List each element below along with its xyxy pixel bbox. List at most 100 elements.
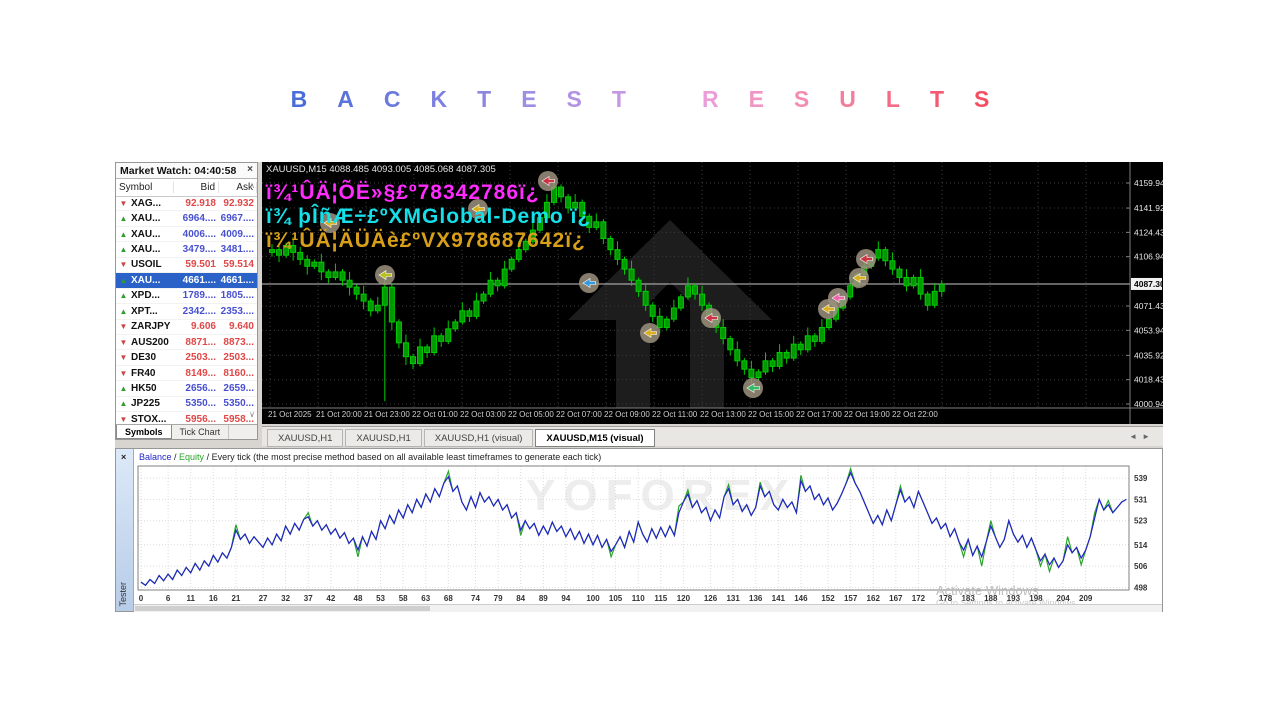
ask-value: 2659... xyxy=(223,382,254,394)
time-axis-label: 22 Oct 13:00 xyxy=(700,410,746,419)
symbol-name: USOIL xyxy=(131,259,162,271)
bid-value: 8149... xyxy=(185,367,216,379)
candle-body xyxy=(917,276,924,295)
trade-axis-label: 0 xyxy=(139,594,144,603)
trade-axis-label: 141 xyxy=(772,594,786,603)
title-letter: U xyxy=(839,86,856,112)
price-axis-label: 4071.430 xyxy=(1134,301,1163,311)
ask-value: 2503... xyxy=(223,352,254,364)
candlestick-chart-panel[interactable]: XAUUSD,M15 4088.485 4093.005 4085.068 40… xyxy=(262,162,1170,424)
candle-body xyxy=(339,271,346,281)
bid-value: 59.501 xyxy=(185,259,216,271)
ask-value: 92.932 xyxy=(223,197,254,209)
candle-body xyxy=(692,285,698,295)
price-axis-label: 4159.940 xyxy=(1134,178,1163,188)
balance-line xyxy=(140,471,1127,587)
candle-body xyxy=(325,271,332,278)
ask-value: 4009.... xyxy=(220,228,254,240)
tab-symbols[interactable]: Symbols xyxy=(116,425,172,439)
time-axis-label: 22 Oct 01:00 xyxy=(412,410,458,419)
balance-axis-label: 498 xyxy=(1134,583,1148,592)
market-watch-row[interactable]: ▲ XAU... 4006.... 4009.... xyxy=(116,227,257,243)
trade-axis-label: 63 xyxy=(421,594,430,603)
tester-side-strip: × Tester xyxy=(116,449,134,611)
chart-tab-2[interactable]: XAUUSD,H1 xyxy=(345,429,422,447)
trade-axis-label: 53 xyxy=(376,594,385,603)
up-arrow-icon: ▲ xyxy=(119,306,128,316)
market-watch-row[interactable]: ▼ DE30 2503... 2503... xyxy=(116,350,257,366)
nav-right-icon[interactable]: ► xyxy=(1142,432,1155,441)
market-watch-row[interactable]: ▲ XAU... 4661.... 4661.... xyxy=(116,273,257,289)
tab-tick-chart[interactable]: Tick Chart xyxy=(172,425,230,439)
time-axis-label: 22 Oct 17:00 xyxy=(796,410,842,419)
trade-axis-label: 11 xyxy=(186,594,195,603)
market-watch-row[interactable]: ▲ XPT... 2342.... 2353.... xyxy=(116,304,257,320)
trade-axis-label: 146 xyxy=(794,594,808,603)
symbol-name: XAU... xyxy=(131,213,161,225)
market-watch-row[interactable]: ▼ AUS200 8871... 8873... xyxy=(116,335,257,351)
candle-body xyxy=(628,268,635,281)
candle-body xyxy=(734,349,741,362)
market-watch-row[interactable]: ▲ XPD... 1789.... 1805.... xyxy=(116,289,257,305)
title-letter: T xyxy=(929,86,945,112)
close-icon[interactable]: × xyxy=(247,164,253,175)
scroll-up-icon[interactable]: ∧ xyxy=(249,181,255,190)
trade-axis-label: 120 xyxy=(677,594,691,603)
legend-balance: Balance xyxy=(139,452,172,462)
ask-value: 2353.... xyxy=(220,305,254,317)
trade-axis-label: 105 xyxy=(609,594,623,603)
candle-body xyxy=(417,346,424,365)
candle-body xyxy=(847,285,854,298)
time-axis-label: 21 Oct 20:00 xyxy=(316,410,362,419)
trade-axis-label: 126 xyxy=(704,594,718,603)
trade-axis-label: 37 xyxy=(304,594,313,603)
legend-separator: / xyxy=(204,452,212,462)
page-title: BACKTEST RESULTS xyxy=(0,86,1280,112)
market-watch-row[interactable]: ▲ HK50 2656... 2659... xyxy=(116,381,257,397)
bid-value: 2503... xyxy=(185,352,216,364)
balance-axis-label: 514 xyxy=(1134,541,1148,550)
candle-body xyxy=(332,271,339,278)
candle-body xyxy=(395,321,402,344)
time-axis: 21 Oct 2025 21 Oct 20:00 21 Oct 23:00 22 Oc… xyxy=(262,409,1130,424)
time-axis-label: 22 Oct 05:00 xyxy=(508,410,554,419)
market-watch-row[interactable]: ▼ XAG... 92.918 92.932 xyxy=(116,196,257,212)
tab-nav-arrows[interactable]: ◄► xyxy=(1129,432,1155,441)
title-letter xyxy=(656,86,672,112)
market-watch-row[interactable]: ▼ USOIL 59.501 59.514 xyxy=(116,258,257,274)
trade-axis-label: 209 xyxy=(1079,594,1093,603)
market-watch-row[interactable]: ▼ FR40 8149... 8160... xyxy=(116,366,257,382)
trade-axis-label: 16 xyxy=(209,594,218,603)
tester-scrollbar[interactable] xyxy=(134,604,1162,612)
candle-body xyxy=(480,293,487,302)
scroll-down-icon[interactable]: ∨ xyxy=(249,410,255,419)
chart-tab-1[interactable]: XAUUSD,H1 xyxy=(267,429,344,447)
market-watch-row[interactable]: ▲ XAU... 6964.... 6967.... xyxy=(116,211,257,227)
legend-separator: / xyxy=(171,452,180,462)
title-letter: C xyxy=(383,86,401,112)
market-watch-rows: ▼ XAG... 92.918 92.932 ▲ XAU... 6964.... 6967..… xyxy=(116,196,257,425)
symbol-name: XPT... xyxy=(131,305,158,317)
candle-body xyxy=(684,285,691,298)
nav-left-icon[interactable]: ◄ xyxy=(1129,432,1142,441)
candle-body xyxy=(452,321,459,330)
market-watch-tabs: Symbols Tick Chart xyxy=(116,424,257,439)
candle-body xyxy=(600,221,607,240)
down-arrow-icon: ▼ xyxy=(119,368,128,378)
scrollbar-thumb[interactable] xyxy=(135,606,430,611)
title-letter: B xyxy=(290,86,308,112)
title-letter: R xyxy=(701,86,719,112)
chart-tab-4-active[interactable]: XAUUSD,M15 (visual) xyxy=(535,429,655,447)
chart-tab-3[interactable]: XAUUSD,H1 (visual) xyxy=(423,429,534,447)
candle-body xyxy=(783,351,790,359)
close-icon[interactable]: × xyxy=(121,452,126,462)
candle-body xyxy=(875,249,882,259)
market-watch-row[interactable]: ▼ ZARJPY 9.606 9.640 xyxy=(116,320,257,335)
up-arrow-icon: ▲ xyxy=(119,245,128,255)
trade-axis-label: 172 xyxy=(912,594,926,603)
market-watch-row[interactable]: ▲ JP225 5350... 5350... xyxy=(116,397,257,413)
market-watch-row[interactable]: ▲ XAU... 3479.... 3481.... xyxy=(116,242,257,258)
market-watch-titlebar: Market Watch: 04:40:58 × xyxy=(116,163,257,179)
ea-comment-lines: ï¾¹ÛÄ¦ÕË»§£º78342786ï¿ ï¾ þÎñÆ÷£ºXMGlobal… xyxy=(266,181,591,253)
candle-body xyxy=(381,286,388,306)
